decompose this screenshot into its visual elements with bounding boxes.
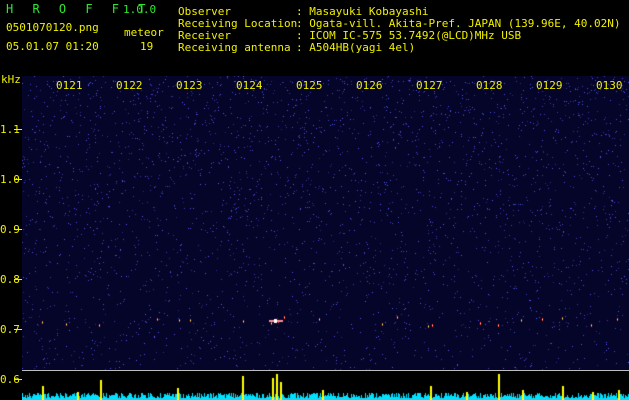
antenna-value: : A504HB(yagi 4el) [296,41,416,54]
axis-unit: kHz [1,73,21,86]
filename-label: 0501070120.png [6,21,99,34]
freq-tick-mark [14,279,22,280]
time-tick: 0123 [176,79,203,92]
app-version: 1.0.0 [123,3,157,16]
datetime-label: 05.01.07 01:20 [6,40,99,53]
freq-tick-mark [14,379,22,380]
freq-tick-mark [14,329,22,330]
time-tick: 0128 [476,79,503,92]
time-tick: 0126 [356,79,383,92]
time-tick: 0129 [536,79,563,92]
freq-tick-mark [14,179,22,180]
time-tick: 0130 [596,79,623,92]
freq-tick-mark [14,129,22,130]
time-tick: 0125 [296,79,323,92]
meteor-count: 19 [140,40,154,53]
time-tick: 0127 [416,79,443,92]
spectrum-strip [22,371,629,400]
time-tick: 0122 [116,79,143,92]
spectrogram-noise [22,76,629,371]
antenna-label: Receiving antenna [178,41,291,54]
spectrogram [22,76,629,371]
time-tick: 0124 [236,79,263,92]
meteor-label: meteor [124,26,164,39]
time-tick: 0121 [56,79,83,92]
freq-tick-mark [14,229,22,230]
